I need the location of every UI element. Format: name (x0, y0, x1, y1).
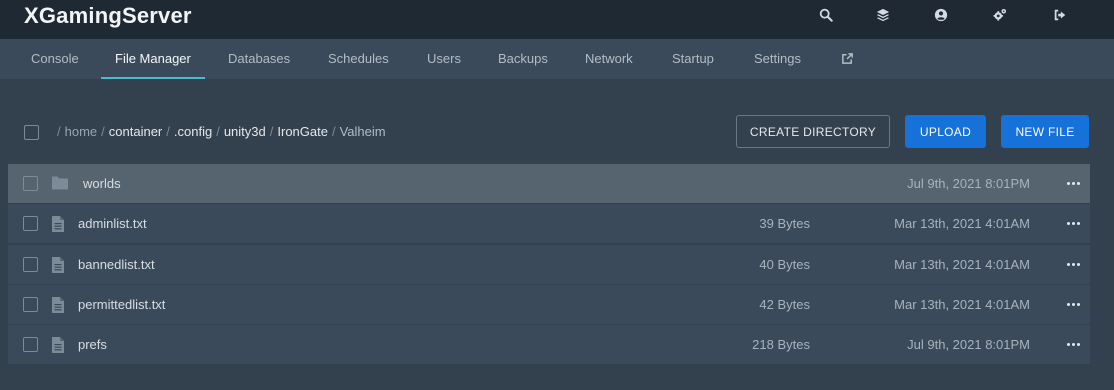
search-icon[interactable] (813, 6, 839, 24)
breadcrumb-home[interactable]: home (65, 124, 98, 139)
more-options-icon[interactable] (1062, 335, 1084, 353)
breadcrumb-config[interactable]: .config (174, 124, 212, 139)
row-checkbox[interactable] (23, 176, 38, 191)
account-icon[interactable] (928, 6, 954, 24)
more-options-icon[interactable] (1062, 255, 1084, 273)
file-size: 40 Bytes (759, 257, 810, 272)
file-modified: Mar 13th, 2021 4:01AM (894, 297, 1030, 312)
breadcrumb-unity3d[interactable]: unity3d (224, 124, 266, 139)
file-size: 39 Bytes (759, 216, 810, 231)
breadcrumb-separator: / (166, 124, 170, 139)
row-checkbox[interactable] (23, 216, 38, 231)
file-row-bannedlist[interactable]: bannedlist.txt 40 Bytes Mar 13th, 2021 4… (8, 245, 1090, 284)
file-row-permittedlist[interactable]: permittedlist.txt 42 Bytes Mar 13th, 202… (8, 285, 1090, 324)
breadcrumb-separator: / (57, 124, 61, 139)
file-row-adminlist[interactable]: adminlist.txt 39 Bytes Mar 13th, 2021 4:… (8, 204, 1090, 243)
tab-settings[interactable]: Settings (754, 39, 801, 79)
file-row-worlds[interactable]: worlds Jul 9th, 2021 8:01PM (8, 164, 1090, 203)
breadcrumb-separator: / (216, 124, 220, 139)
tab-startup[interactable]: Startup (672, 39, 714, 79)
create-directory-button[interactable]: CREATE DIRECTORY (736, 115, 890, 148)
sign-out-icon[interactable] (1047, 6, 1073, 24)
file-row-prefs[interactable]: prefs 218 Bytes Jul 9th, 2021 8:01PM (8, 325, 1090, 364)
breadcrumb-separator: / (331, 124, 336, 139)
tab-schedules[interactable]: Schedules (328, 39, 389, 79)
file-name[interactable]: worlds (83, 176, 121, 191)
file-name[interactable]: bannedlist.txt (78, 257, 155, 272)
file-name[interactable]: prefs (78, 337, 107, 352)
more-options-icon[interactable] (1062, 214, 1084, 232)
file-modified: Mar 13th, 2021 4:01AM (894, 216, 1030, 231)
brand-title[interactable]: XGamingServer (24, 3, 192, 29)
tab-users[interactable]: Users (427, 39, 461, 79)
file-icon (52, 297, 64, 313)
nav-tabs: Console File Manager Databases Schedules… (0, 39, 1114, 79)
file-icon (52, 257, 64, 273)
select-all-checkbox[interactable] (24, 125, 39, 140)
file-modified: Mar 13th, 2021 4:01AM (894, 257, 1030, 272)
file-icon (52, 337, 64, 353)
settings-cogs-icon[interactable] (987, 6, 1013, 24)
tab-file-manager[interactable]: File Manager (101, 39, 205, 79)
file-size: 42 Bytes (759, 297, 810, 312)
breadcrumb-container[interactable]: container (109, 124, 162, 139)
tab-network[interactable]: Network (585, 39, 633, 79)
new-file-button[interactable]: NEW FILE (1001, 115, 1089, 148)
tab-console[interactable]: Console (31, 39, 79, 79)
breadcrumb: / home / container / .config / unity3d / IronGate… (53, 124, 386, 139)
file-name[interactable]: adminlist.txt (78, 216, 147, 231)
breadcrumb-separator: / (101, 124, 105, 139)
row-checkbox[interactable] (23, 297, 38, 312)
file-icon (52, 216, 64, 232)
file-name[interactable]: permittedlist.txt (78, 297, 165, 312)
breadcrumb-current: Valheim (339, 124, 386, 139)
file-modified: Jul 9th, 2021 8:01PM (907, 176, 1030, 191)
row-checkbox[interactable] (23, 257, 38, 272)
top-bar: XGamingServer (0, 0, 1114, 39)
more-options-icon[interactable] (1062, 295, 1084, 313)
upload-button[interactable]: UPLOAD (905, 115, 986, 148)
file-modified: Jul 9th, 2021 8:01PM (907, 337, 1030, 352)
breadcrumb-irongate[interactable]: IronGate (277, 124, 328, 139)
external-link-icon[interactable] (841, 39, 854, 79)
file-size: 218 Bytes (752, 337, 810, 352)
row-checkbox[interactable] (23, 337, 38, 352)
tab-backups[interactable]: Backups (498, 39, 548, 79)
tab-databases[interactable]: Databases (228, 39, 290, 79)
layers-icon[interactable] (870, 6, 896, 24)
more-options-icon[interactable] (1062, 174, 1084, 192)
breadcrumb-separator: / (269, 124, 274, 139)
folder-icon (52, 176, 68, 190)
